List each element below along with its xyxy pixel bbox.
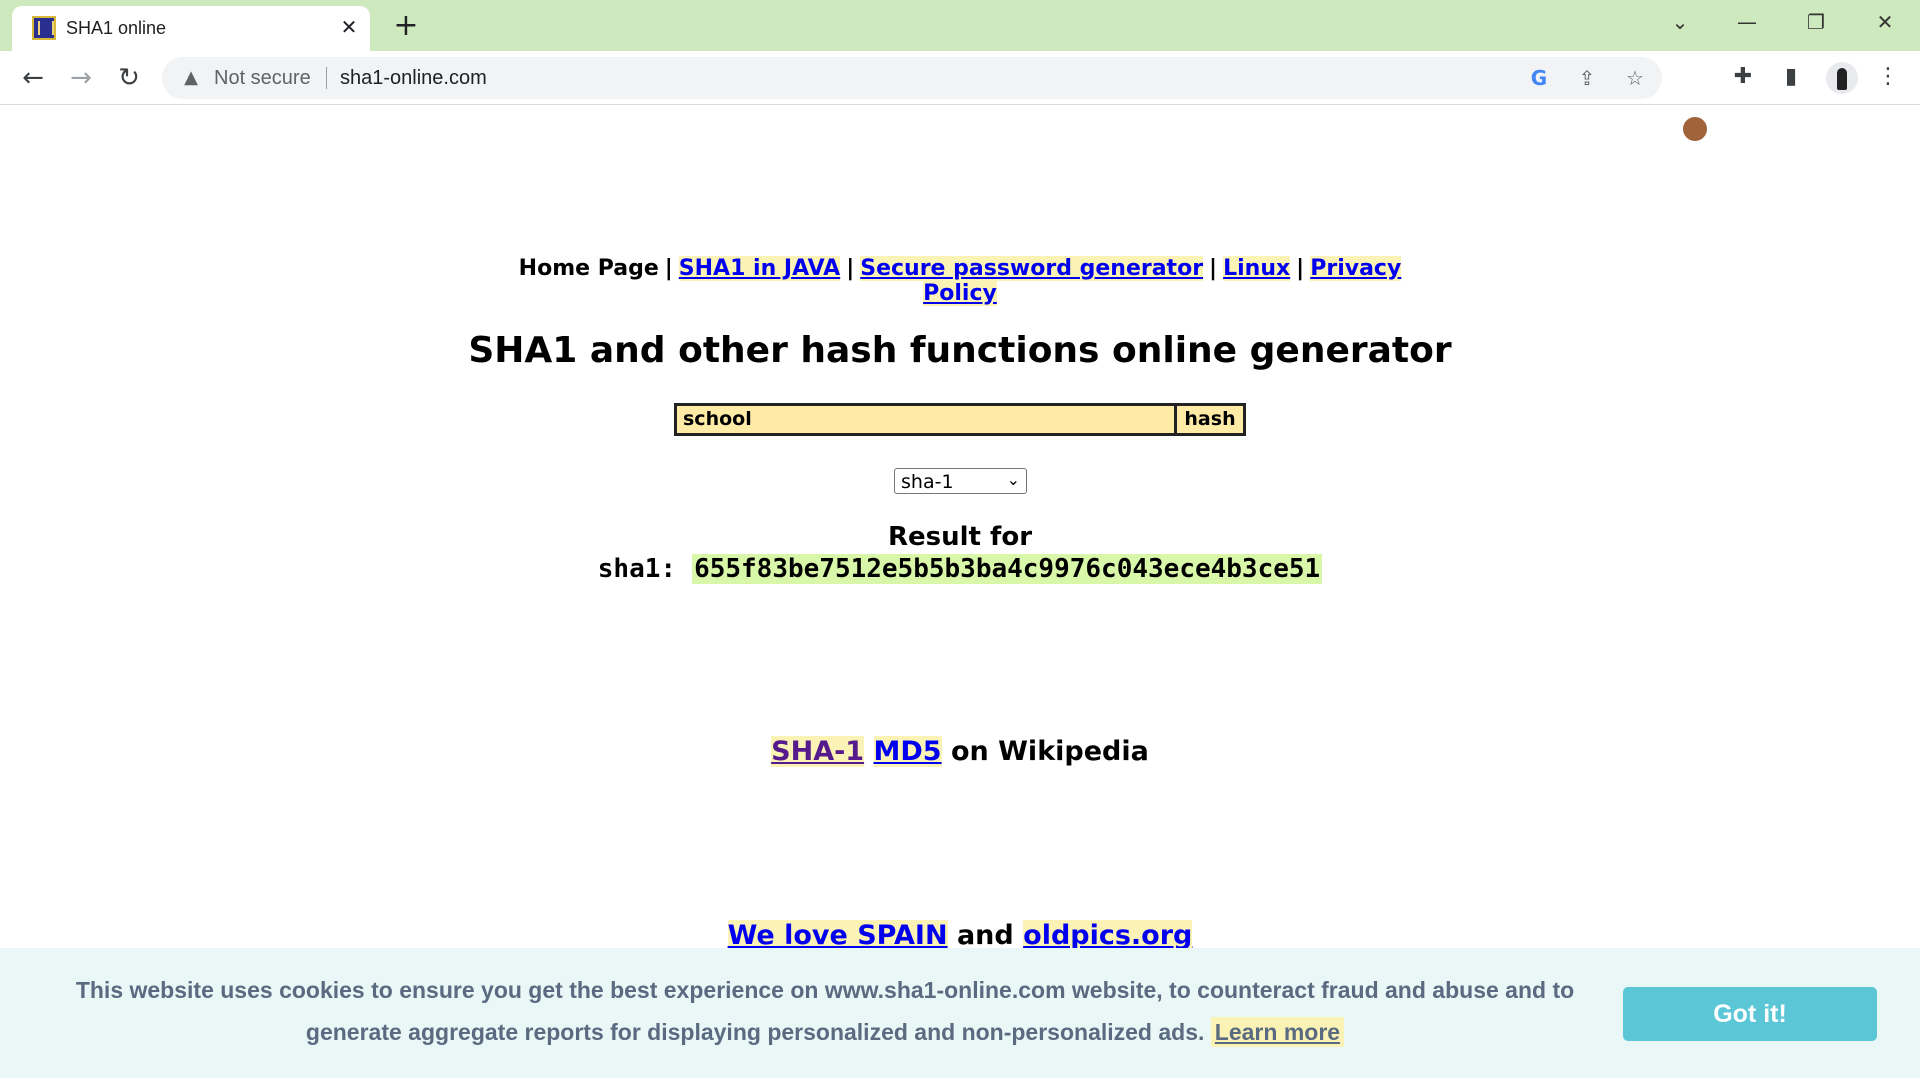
result-hash-value: 655f83be7512e5b5b3ba4c9976c043ece4b3ce51	[692, 554, 1323, 584]
reload-button[interactable]: ↻	[112, 61, 146, 95]
url-text[interactable]: sha1-online.com	[340, 67, 487, 90]
promo-middle-text: and	[956, 920, 1014, 951]
browser-tab-active[interactable]: SHA1 online ✕	[12, 6, 370, 51]
page-content: Home Page | SHA1 in JAVA | Secure password g…	[0, 106, 1920, 1080]
got-it-button[interactable]: Got it!	[1623, 987, 1877, 1041]
wiki-link-md5[interactable]: MD5	[873, 736, 942, 767]
text-to-hash-input[interactable]: school	[674, 403, 1176, 436]
share-icon[interactable]: ⇪	[1574, 65, 1600, 91]
nav-home-label: Home Page	[518, 256, 659, 281]
extensions-puzzle-icon[interactable]: ✚	[1728, 62, 1758, 92]
wikipedia-links: SHA-1 MD5 on Wikipedia	[0, 736, 1920, 767]
minimize-button[interactable]: —	[1727, 6, 1767, 38]
nav-link-password-generator[interactable]: Secure password generator	[860, 256, 1204, 281]
algorithm-selected-value: sha-1	[901, 471, 954, 493]
restore-button[interactable]: ❐	[1796, 6, 1836, 38]
tab-strip: SHA1 online ✕ + ⌄ — ❐ ✕	[0, 0, 1920, 51]
tab-title: SHA1 online	[66, 18, 167, 38]
nav-separator: |	[1296, 256, 1305, 281]
google-icon[interactable]: G	[1526, 65, 1552, 91]
browser-toolbar: ← → ↻ ▲ Not secure sha1-online.com G ⇪ ☆	[0, 51, 1920, 141]
menu-kebab-icon[interactable]: ⋮	[1873, 62, 1903, 92]
cookie-message-container: This website uses cookies to ensure you …	[30, 969, 1620, 1053]
tab-search-icon[interactable]: ⌄	[1660, 6, 1700, 38]
nav-separator: |	[846, 256, 855, 281]
hash-button[interactable]: hash	[1174, 403, 1246, 436]
profile-avatar[interactable]	[1826, 62, 1858, 94]
omnibox-divider	[326, 67, 327, 89]
tab-close-icon[interactable]: ✕	[336, 14, 362, 40]
back-button[interactable]: ←	[16, 61, 50, 95]
top-navigation: Home Page | SHA1 in JAVA | Secure password g…	[500, 256, 1420, 306]
result-line: sha1: 655f83be7512e5b5b3ba4c9976c043ece4b…	[0, 554, 1920, 584]
site-favicon-icon	[32, 16, 56, 40]
security-status[interactable]: Not secure	[214, 67, 311, 90]
algorithm-select[interactable]: sha-1 ⌄	[894, 468, 1027, 494]
cookie-message: This website uses cookies to ensure you …	[75, 977, 1575, 1045]
promo-link-spain[interactable]: We love SPAIN	[727, 920, 948, 951]
wiki-link-sha1[interactable]: SHA-1	[771, 736, 865, 767]
cookie-consent-banner: This website uses cookies to ensure you …	[0, 948, 1920, 1078]
forward-button[interactable]: →	[64, 61, 98, 95]
address-bar[interactable]: ▲ Not secure sha1-online.com G ⇪ ☆	[162, 57, 1662, 99]
bookmark-star-icon[interactable]: ☆	[1622, 65, 1648, 91]
close-window-button[interactable]: ✕	[1865, 6, 1905, 38]
chevron-down-icon: ⌄	[1006, 470, 1020, 489]
new-tab-button[interactable]: +	[390, 10, 422, 42]
wiki-suffix: on Wikipedia	[950, 736, 1149, 767]
promo-link-oldpics[interactable]: oldpics.org	[1023, 920, 1193, 951]
nav-separator: |	[1209, 256, 1218, 281]
side-panel-icon[interactable]: ▮	[1776, 62, 1806, 92]
page-title: SHA1 and other hash functions online gen…	[468, 330, 1452, 371]
nav-link-linux[interactable]: Linux	[1223, 256, 1291, 281]
promo-links: We love SPAIN and oldpics.org	[0, 920, 1920, 951]
learn-more-link[interactable]: Learn more	[1210, 1017, 1345, 1047]
result-label: Result for	[887, 522, 1033, 552]
nav-link-sha1-java[interactable]: SHA1 in JAVA	[678, 256, 841, 281]
warning-triangle-icon[interactable]: ▲	[180, 67, 202, 89]
result-algorithm: sha1:	[597, 554, 677, 584]
nav-separator: |	[664, 256, 673, 281]
